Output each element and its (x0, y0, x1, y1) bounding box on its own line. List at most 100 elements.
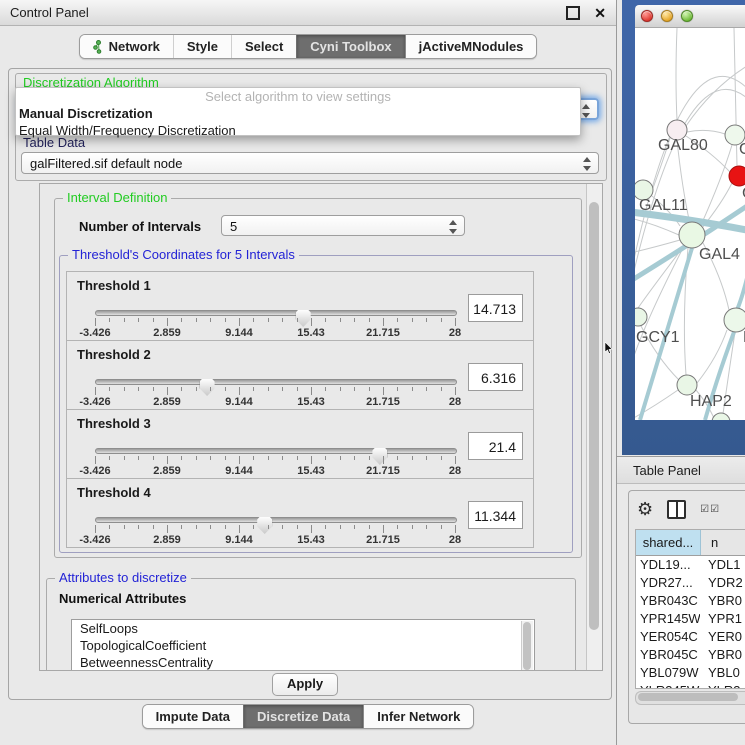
thresholds-group: Threshold's Coordinates for 5 Intervals … (59, 255, 573, 553)
threshold-value-field[interactable]: 14.713 (468, 294, 523, 322)
num-intervals-select[interactable]: 5 (221, 215, 465, 236)
tab-discretize-data[interactable]: Discretize Data (243, 705, 363, 728)
attributes-group: Attributes to discretize Numerical Attri… (46, 578, 576, 671)
tab-impute-data[interactable]: Impute Data (143, 705, 243, 728)
top-tabbar: Network Style Select Cyni Toolbox jActiv… (0, 34, 616, 59)
table-row[interactable]: YBR045CYBR0 (636, 646, 745, 664)
table-row[interactable]: YLR345WYLR3 (636, 682, 745, 689)
slider-track[interactable] (95, 517, 457, 523)
numerical-attributes-label: Numerical Attributes (59, 591, 186, 606)
network-edge[interactable] (676, 28, 677, 120)
network-node-bottom-node[interactable] (712, 413, 730, 420)
tab-jactivemnodules[interactable]: jActiveMNodules (405, 35, 537, 58)
threshold-slider: -3.4262.8599.14415.4321.71528 (95, 511, 455, 545)
dropdown-option-equal-width[interactable]: Equal Width/Frequency Discretization (16, 122, 580, 139)
slider-tick-labels: -3.4262.8599.14415.4321.71528 (95, 396, 455, 408)
combo-stepper-icon (582, 103, 592, 119)
split-columns-icon[interactable] (667, 500, 686, 519)
table-row[interactable]: YER054CYER0 (636, 628, 745, 646)
thresholds-group-title: Threshold's Coordinates for 5 Intervals (68, 247, 299, 262)
zoom-traffic-light[interactable] (681, 10, 693, 22)
network-node-HAP2[interactable] (677, 375, 697, 395)
column-header-name[interactable]: n (701, 530, 745, 555)
tab-cyni-toolbox[interactable]: Cyni Toolbox (296, 35, 404, 58)
network-canvas[interactable]: GAL80GCGAL11GAL4GCY1HHAP2 (635, 28, 745, 420)
network-node-H-node[interactable] (724, 308, 745, 332)
threshold-value-field[interactable]: 6.316 (468, 363, 523, 391)
combo-stepper-icon (449, 219, 459, 235)
threshold-slider: -3.4262.8599.14415.4321.71528 (95, 373, 455, 407)
network-edge[interactable] (697, 330, 727, 383)
control-panel-titlebar: Control Panel ✕ (0, 0, 616, 26)
num-intervals-value: 5 (230, 219, 237, 234)
table-row[interactable]: YBL079WYBL0 (636, 664, 745, 682)
threshold-label: Threshold 2 (77, 347, 151, 362)
numerical-attributes-list: SelfLoopsTopologicalCoefficientBetweenne… (71, 619, 535, 671)
cyni-settings-panel: Discretization Algorithm Select algorith… (8, 68, 612, 700)
network-window: GAL80GCGAL11GAL4GCY1HHAP2 (622, 0, 745, 455)
network-node-label-GAL11: GAL11 (639, 197, 688, 214)
network-node-GAL4[interactable] (679, 222, 705, 248)
control-panel: Control Panel ✕ Network Style Select Cyn… (0, 0, 617, 745)
apply-button[interactable]: Apply (272, 673, 338, 696)
network-edge-heavy[interactable] (737, 278, 745, 310)
table-horizontal-scrollbar[interactable] (635, 691, 745, 705)
node-table: shared... n YDL19...YDL1YDR27...YDR2YBR0… (635, 529, 745, 689)
table-row[interactable]: YBR043CYBR0 (636, 592, 745, 610)
threshold-slider: -3.4262.8599.14415.4321.71528 (95, 442, 455, 476)
table-row[interactable]: YDL19...YDL1 (636, 556, 745, 574)
network-node-label-HAP2: HAP2 (690, 393, 732, 410)
slider-tick-labels: -3.4262.8599.14415.4321.71528 (95, 465, 455, 477)
network-node-red-node[interactable] (729, 166, 745, 186)
threshold-label: Threshold 3 (77, 416, 151, 431)
attribute-item[interactable]: SelfLoops (72, 620, 534, 637)
slider-ticks (95, 318, 455, 327)
network-node-label-GAL80: GAL80 (658, 137, 708, 154)
dropdown-placeholder-item[interactable]: Select algorithm to view settings (16, 88, 580, 105)
slider-track[interactable] (95, 448, 457, 454)
table-panel-body: ⚙ ☑☑ shared... n YDL19...YDL1YDR27...YDR… (628, 490, 745, 724)
network-edge[interactable] (701, 145, 732, 225)
float-window-icon[interactable] (566, 6, 580, 20)
attribute-item[interactable]: TopologicalCoefficient (72, 637, 534, 654)
close-traffic-light[interactable] (641, 10, 653, 22)
checkbox-icons[interactable]: ☑☑ (700, 504, 720, 515)
table-panel-title: Table Panel (633, 463, 701, 478)
network-icon (93, 40, 104, 54)
column-header-shared-name[interactable]: shared... (636, 530, 701, 555)
table-row[interactable]: YDR27...YDR2 (636, 574, 745, 592)
threshold-label: Threshold 1 (77, 278, 151, 293)
network-edge[interactable] (687, 130, 725, 134)
network-window-titlebar[interactable] (635, 5, 745, 28)
network-node-GCY1[interactable] (635, 308, 647, 326)
node-table-header: shared... n (636, 530, 745, 556)
tab-network-label: Network (109, 35, 160, 58)
threshold-value-field[interactable]: 21.4 (468, 432, 523, 460)
threshold-block-2: Threshold 2 -3.4262.8599.14415.4321.7152… (66, 340, 534, 410)
slider-track[interactable] (95, 310, 457, 316)
tab-infer-network[interactable]: Infer Network (363, 705, 473, 728)
threshold-block-3: Threshold 3 -3.4262.8599.14415.4321.7152… (66, 409, 534, 479)
attributes-group-title: Attributes to discretize (55, 570, 191, 585)
panel-title: Control Panel (10, 5, 89, 20)
network-node-label-GAL4: GAL4 (699, 246, 740, 263)
threshold-block-1: Threshold 1 -3.4262.8599.14415.4321.7152… (66, 271, 534, 341)
table-row[interactable]: YPR145WYPR1 (636, 610, 745, 628)
slider-ticks (95, 387, 455, 396)
minimize-traffic-light[interactable] (661, 10, 673, 22)
threshold-value-field[interactable]: 11.344 (468, 501, 523, 529)
threshold-block-4: Threshold 4 -3.4262.8599.14415.4321.7152… (66, 478, 534, 548)
attributes-list-scrollbar[interactable] (521, 621, 533, 671)
mouse-cursor (604, 342, 613, 354)
close-icon[interactable]: ✕ (594, 8, 606, 18)
tab-network[interactable]: Network (80, 35, 173, 58)
interval-scroll-panel: Interval Definition Number of Intervals … (39, 183, 603, 671)
interval-definition-group: Interval Definition Number of Intervals … (54, 198, 582, 558)
slider-track[interactable] (95, 379, 457, 385)
settings-vertical-scrollbar[interactable] (586, 184, 602, 670)
tab-select[interactable]: Select (231, 35, 296, 58)
tab-style[interactable]: Style (173, 35, 231, 58)
attribute-item[interactable]: BetweennessCentrality (72, 654, 534, 671)
dropdown-option-manual[interactable]: Manual Discretization (16, 105, 580, 122)
gear-icon[interactable]: ⚙ (637, 499, 653, 519)
